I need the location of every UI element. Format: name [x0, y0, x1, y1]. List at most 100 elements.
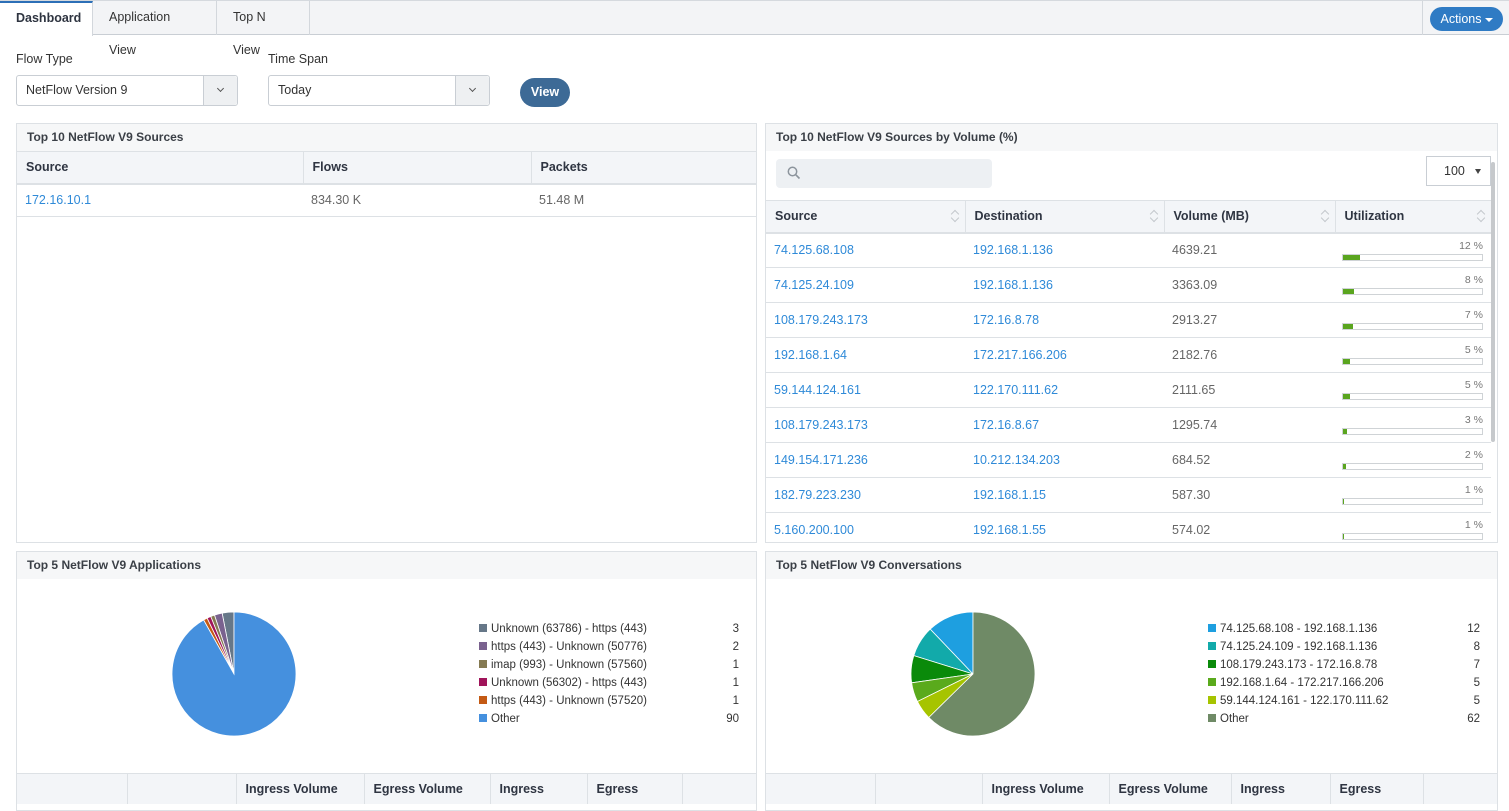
legend-swatch — [1208, 714, 1216, 722]
legend-swatch — [1208, 624, 1216, 632]
destination-link[interactable]: 192.168.1.136 — [973, 243, 1053, 257]
utilization-bar — [1342, 428, 1483, 435]
view-button[interactable]: View — [520, 78, 570, 107]
column-header-ingress[interactable]: Ingress — [1231, 773, 1331, 804]
sort-icon[interactable] — [1321, 209, 1329, 223]
source-link[interactable]: 149.154.171.236 — [774, 453, 868, 467]
table-row: 108.179.243.173 172.16.8.67 1295.74 3 % — [766, 407, 1491, 443]
conversations-legend: 74.125.68.108 - 192.168.1.136 12 74.125.24… — [1208, 620, 1480, 728]
column-header[interactable] — [1423, 773, 1497, 804]
destination-link[interactable]: 172.16.8.78 — [973, 313, 1039, 327]
actions-button[interactable]: Actions — [1430, 7, 1503, 31]
source-link[interactable]: 172.16.10.1 — [25, 193, 91, 207]
legend-item[interactable]: 74.125.68.108 - 192.168.1.136 12 — [1208, 620, 1480, 638]
utilization-label: 5 % — [1464, 344, 1483, 356]
source-link[interactable]: 5.160.200.100 — [774, 523, 854, 537]
source-link[interactable]: 108.179.243.173 — [774, 313, 868, 327]
legend-item[interactable]: imap (993) - Unknown (57560) 1 — [479, 656, 739, 674]
column-header-egress[interactable]: Egress — [1330, 773, 1424, 804]
legend-swatch — [479, 696, 487, 704]
volume-cell: 574.02 — [1164, 512, 1335, 542]
top-sources-table: Source Flows Packets 172.16.10.1 834.30 … — [17, 151, 756, 217]
destination-link[interactable]: 192.168.1.55 — [973, 523, 1046, 537]
pie-slice[interactable] — [172, 612, 297, 737]
destination-link[interactable]: 192.168.1.136 — [973, 278, 1053, 292]
tab-application-view[interactable]: Application View — [93, 1, 217, 57]
legend-item[interactable]: Unknown (56302) - https (443) 1 — [479, 674, 739, 692]
caret-down-icon — [1484, 17, 1493, 22]
column-header[interactable] — [766, 773, 876, 804]
column-header-ingress-volume[interactable]: Ingress Volume — [236, 773, 365, 804]
legend-label: 59.144.124.161 - 122.170.111.62 — [1220, 695, 1389, 707]
volume-cell: 1295.74 — [1164, 407, 1335, 443]
sort-icon[interactable] — [951, 209, 959, 223]
legend-item[interactable]: 74.125.24.109 - 192.168.1.136 8 — [1208, 638, 1480, 656]
legend-value: 1 — [732, 659, 739, 671]
sort-icon[interactable] — [1150, 209, 1158, 223]
table-row: 149.154.171.236 10.212.134.203 684.52 2 % — [766, 442, 1491, 478]
tab-dashboard[interactable]: Dashboard — [0, 1, 93, 36]
column-header-egress[interactable]: Egress — [587, 773, 683, 804]
dropdown-toggle[interactable] — [455, 76, 489, 105]
destination-link[interactable]: 192.168.1.15 — [973, 488, 1046, 502]
legend-item[interactable]: Other 62 — [1208, 710, 1480, 728]
column-header-ingress[interactable]: Ingress — [490, 773, 588, 804]
source-link[interactable]: 192.168.1.64 — [774, 348, 847, 362]
column-header-packets[interactable]: Packets — [531, 151, 756, 185]
destination-link[interactable]: 172.16.8.67 — [973, 418, 1039, 432]
legend-item[interactable]: Unknown (63786) - https (443) 3 — [479, 620, 739, 638]
column-header-ingress-volume[interactable]: Ingress Volume — [982, 773, 1110, 804]
search-input[interactable] — [776, 159, 992, 188]
header-label: Volume (MB) — [1173, 209, 1249, 224]
column-header-volume[interactable]: Volume (MB) — [1164, 200, 1336, 234]
time-span-label: Time Span — [268, 52, 328, 66]
legend-item[interactable]: 108.179.243.173 - 172.16.8.78 7 — [1208, 656, 1480, 674]
utilization-label: 12 % — [1459, 239, 1483, 252]
column-header-destination[interactable]: Destination — [965, 200, 1165, 234]
flow-type-select[interactable]: NetFlow Version 9 — [16, 75, 238, 106]
column-header[interactable] — [682, 773, 756, 804]
scrollbar[interactable] — [1491, 162, 1495, 442]
legend-item[interactable]: Other 90 — [479, 710, 739, 728]
destination-link[interactable]: 122.170.111.62 — [973, 383, 1058, 397]
column-header-egress-volume[interactable]: Egress Volume — [1109, 773, 1232, 804]
destination-link[interactable]: 172.217.166.206 — [973, 348, 1067, 362]
legend-item[interactable]: 59.144.124.161 - 122.170.111.62 5 — [1208, 692, 1480, 710]
utilization-fill — [1343, 359, 1350, 364]
legend-label: 74.125.68.108 - 192.168.1.136 — [1220, 623, 1378, 635]
utilization-label: 8 % — [1464, 274, 1483, 286]
column-header-source[interactable]: Source — [766, 200, 966, 234]
utilization-cell: 7 % — [1335, 302, 1491, 338]
packets-cell: 51.48 M — [531, 183, 756, 217]
destination-link[interactable]: 10.212.134.203 — [973, 453, 1060, 467]
time-span-select[interactable]: Today — [268, 75, 490, 106]
column-header[interactable] — [127, 773, 237, 804]
sort-icon[interactable] — [1477, 209, 1485, 223]
source-link[interactable]: 74.125.24.109 — [774, 278, 854, 292]
utilization-bar — [1342, 533, 1483, 540]
legend-value: 1 — [732, 695, 739, 707]
legend-item[interactable]: https (443) - Unknown (50776) 2 — [479, 638, 739, 656]
source-link[interactable]: 59.144.124.161 — [774, 383, 861, 397]
column-header-egress-volume[interactable]: Egress Volume — [364, 773, 491, 804]
legend-label: Other — [491, 713, 520, 725]
column-header-utilization[interactable]: Utilization — [1335, 200, 1491, 234]
applications-panel: Top 5 NetFlow V9 Applications Unknown (6… — [16, 551, 757, 811]
source-link[interactable]: 108.179.243.173 — [774, 418, 868, 432]
column-header[interactable] — [17, 773, 128, 804]
utilization-fill — [1343, 429, 1348, 434]
column-header-source[interactable]: Source — [17, 151, 304, 185]
legend-item[interactable]: 192.168.1.64 - 172.217.166.206 5 — [1208, 674, 1480, 692]
table-row: 182.79.223.230 192.168.1.15 587.30 1 % — [766, 477, 1491, 513]
legend-swatch — [1208, 660, 1216, 668]
source-link[interactable]: 182.79.223.230 — [774, 488, 861, 502]
legend-item[interactable]: https (443) - Unknown (57520) 1 — [479, 692, 739, 710]
utilization-label: 1 % — [1464, 484, 1483, 496]
column-header-flows[interactable]: Flows — [303, 151, 532, 185]
source-link[interactable]: 74.125.68.108 — [774, 243, 854, 257]
tab-top-n-view[interactable]: Top N View — [217, 1, 310, 57]
column-header[interactable] — [875, 773, 983, 804]
chevron-down-icon — [468, 85, 477, 93]
page-size-select[interactable]: 100 — [1426, 156, 1491, 186]
dropdown-toggle[interactable] — [203, 76, 237, 105]
